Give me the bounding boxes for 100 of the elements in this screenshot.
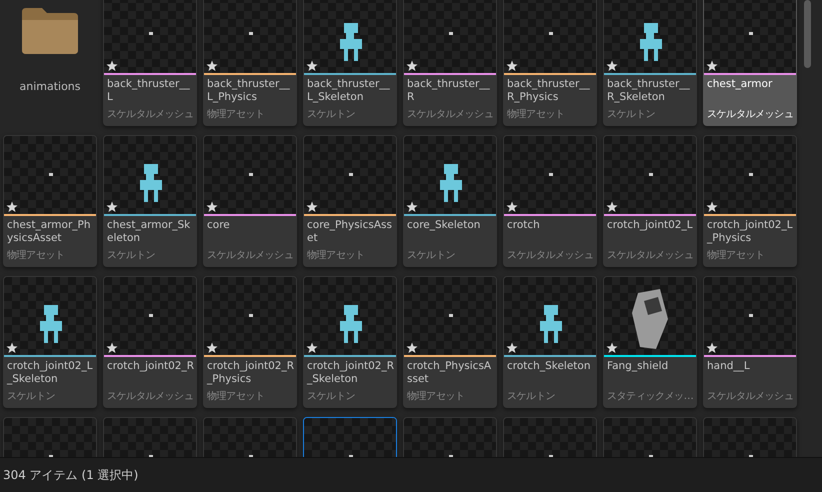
asset-name: crotch_Skeleton bbox=[507, 360, 592, 373]
mesh-speck-icon bbox=[249, 173, 253, 176]
asset-tile[interactable]: chest_armor スケルタルメッシュ bbox=[703, 0, 797, 126]
asset-tile[interactable]: back_thruster__L_Skeleton スケルトン bbox=[303, 0, 397, 126]
mesh-speck-icon bbox=[749, 314, 753, 317]
star-icon bbox=[506, 60, 518, 72]
asset-tile[interactable]: back_thruster__L_Physics 物理アセット bbox=[203, 0, 297, 126]
asset-type: スケルタルメッシュ bbox=[107, 390, 194, 403]
asset-name: crotch_joint02_R_Physics bbox=[207, 360, 294, 386]
star-icon bbox=[506, 201, 518, 213]
star-icon bbox=[6, 342, 18, 354]
asset-tile[interactable]: crotch スケルタルメッシュ bbox=[503, 135, 597, 267]
asset-tile[interactable]: crotch_joint02_R スケルタルメッシュ bbox=[103, 276, 197, 408]
asset-name: crotch_joint02_L_Skeleton bbox=[7, 360, 94, 386]
asset-type: 物理アセット bbox=[407, 390, 466, 403]
asset-type: スケルタルメッシュ bbox=[607, 249, 694, 262]
star-icon bbox=[206, 342, 218, 354]
asset-tile[interactable]: chest_armor_Skeleton スケルトン bbox=[103, 135, 197, 267]
asset-type: スケルトン bbox=[307, 108, 356, 121]
asset-name: back_thruster__R_Physics bbox=[507, 78, 591, 104]
star-icon bbox=[206, 60, 218, 72]
folder-item[interactable]: animations bbox=[3, 0, 97, 126]
asset-tile[interactable]: crotch_joint02_L_Physics 物理アセット bbox=[703, 135, 797, 267]
star-icon bbox=[106, 342, 118, 354]
asset-name: core_PhysicsAsset bbox=[307, 219, 393, 245]
item-count-text: 304 アイテム (1 選択中) bbox=[3, 466, 138, 484]
mesh-speck-icon bbox=[149, 32, 153, 35]
asset-tile[interactable]: back_thruster__R スケルタルメッシュ bbox=[403, 0, 497, 126]
asset-tile[interactable]: crotch_joint02_L スケルタルメッシュ bbox=[603, 135, 697, 267]
asset-name: back_thruster__L bbox=[107, 78, 191, 104]
asset-type: スケルタルメッシュ bbox=[207, 249, 294, 262]
asset-type: 物理アセット bbox=[307, 249, 366, 262]
star-icon bbox=[106, 201, 118, 213]
mesh-speck-icon bbox=[249, 314, 253, 317]
asset-tile[interactable]: crotch_PhysicsAsset 物理アセット bbox=[403, 276, 497, 408]
shield-model-drawing bbox=[630, 289, 670, 351]
mesh-speck-icon bbox=[749, 173, 753, 176]
asset-tile[interactable]: back_thruster__R_Skeleton スケルトン bbox=[603, 0, 697, 126]
asset-type: スケルタルメッシュ bbox=[407, 108, 494, 121]
asset-type: 物理アセット bbox=[7, 249, 66, 262]
asset-type: スケルタルメッシュ bbox=[707, 390, 794, 403]
asset-name: chest_armor bbox=[707, 78, 774, 91]
star-icon bbox=[406, 201, 418, 213]
mesh-speck-icon bbox=[549, 173, 553, 176]
mesh-speck-icon bbox=[749, 32, 753, 35]
asset-tile[interactable]: crotch_joint02_R_Physics 物理アセット bbox=[203, 276, 297, 408]
asset-tile[interactable]: back_thruster__R_Physics 物理アセット bbox=[503, 0, 597, 126]
asset-name: back_thruster__R bbox=[407, 78, 491, 104]
asset-type: 物理アセット bbox=[207, 108, 266, 121]
asset-tile[interactable]: core_Skeleton スケルトン bbox=[403, 135, 497, 267]
folder-icon bbox=[22, 8, 78, 54]
asset-name: crotch_joint02_L_Physics bbox=[707, 219, 794, 245]
asset-name: crotch bbox=[507, 219, 541, 232]
asset-tile[interactable]: core スケルタルメッシュ bbox=[203, 135, 297, 267]
asset-tile[interactable]: crotch_Skeleton スケルトン bbox=[503, 276, 597, 408]
asset-name: core_Skeleton bbox=[407, 219, 482, 232]
asset-name: hand__L bbox=[707, 360, 751, 373]
asset-type: 物理アセット bbox=[507, 108, 566, 121]
star-icon bbox=[306, 201, 318, 213]
mesh-speck-icon bbox=[49, 173, 53, 176]
asset-name: back_thruster__L_Physics bbox=[207, 78, 291, 104]
asset-name: core bbox=[207, 219, 231, 232]
asset-type: 物理アセット bbox=[707, 249, 766, 262]
asset-type: スケルタルメッシュ bbox=[707, 108, 794, 121]
folder-name: animations bbox=[19, 80, 81, 93]
mesh-speck-icon bbox=[649, 173, 653, 176]
asset-tile[interactable]: hand__L スケルタルメッシュ bbox=[703, 276, 797, 408]
asset-type: スケルトン bbox=[107, 249, 156, 262]
asset-type: スケルタルメッシュ bbox=[507, 249, 594, 262]
asset-name: chest_armor_Skeleton bbox=[107, 219, 192, 245]
star-icon bbox=[606, 201, 618, 213]
asset-name: crotch_PhysicsAsset bbox=[407, 360, 492, 386]
star-icon bbox=[706, 201, 718, 213]
asset-tile[interactable]: chest_armor_PhysicsAsset 物理アセット bbox=[3, 135, 97, 267]
star-icon bbox=[306, 60, 318, 72]
star-icon bbox=[106, 60, 118, 72]
star-icon bbox=[306, 342, 318, 354]
asset-name: crotch_joint02_R_Skeleton bbox=[307, 360, 394, 386]
asset-type: スケルタルメッシュ bbox=[107, 108, 194, 121]
star-icon bbox=[506, 342, 518, 354]
asset-tile[interactable]: Fang_shield スタティックメッ… bbox=[603, 276, 697, 408]
mesh-speck-icon bbox=[349, 173, 353, 176]
asset-name: crotch_joint02_L bbox=[607, 219, 694, 232]
asset-tile[interactable]: crotch_joint02_L_Skeleton スケルトン bbox=[3, 276, 97, 408]
asset-tile[interactable]: back_thruster__L スケルタルメッシュ bbox=[103, 0, 197, 126]
mesh-speck-icon bbox=[549, 32, 553, 35]
star-icon bbox=[606, 60, 618, 72]
mesh-speck-icon bbox=[449, 314, 453, 317]
asset-type: スタティックメッ… bbox=[607, 390, 694, 403]
asset-type: スケルトン bbox=[407, 249, 456, 262]
star-icon bbox=[706, 342, 718, 354]
star-icon bbox=[606, 342, 618, 354]
star-icon bbox=[406, 342, 418, 354]
asset-name: back_thruster__R_Skeleton bbox=[607, 78, 691, 104]
asset-tile[interactable]: crotch_joint02_R_Skeleton スケルトン bbox=[303, 276, 397, 408]
mesh-speck-icon bbox=[149, 314, 153, 317]
mesh-speck-icon bbox=[449, 32, 453, 35]
asset-tile[interactable]: core_PhysicsAsset 物理アセット bbox=[303, 135, 397, 267]
scrollbar-thumb[interactable] bbox=[804, 0, 811, 68]
star-icon bbox=[406, 60, 418, 72]
